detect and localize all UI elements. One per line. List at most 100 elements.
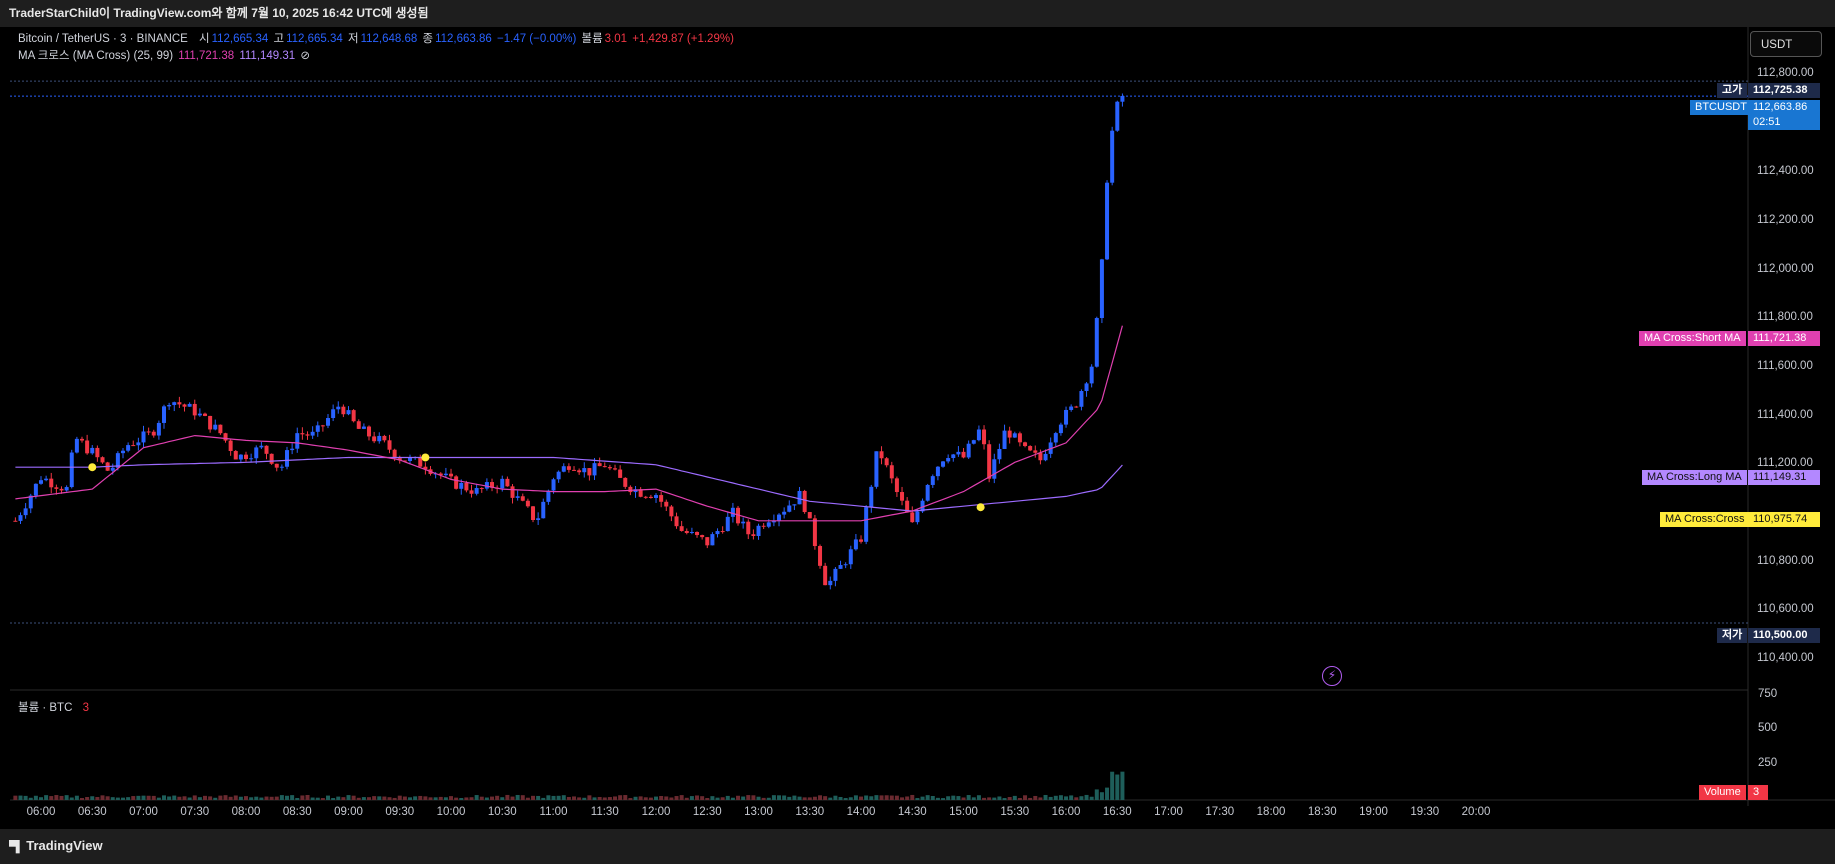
- candle-body: [787, 505, 792, 512]
- volume-bar: [151, 795, 156, 800]
- volume-bar: [525, 797, 530, 800]
- volume-bar: [920, 796, 925, 800]
- volume-bar: [843, 798, 848, 800]
- volume-bar: [474, 795, 479, 800]
- footer-bar: [0, 829, 1835, 864]
- volume-bar: [218, 795, 223, 800]
- candle-body: [367, 426, 372, 437]
- candle-body: [700, 535, 705, 538]
- volume-bar: [997, 796, 1002, 800]
- candle-body: [1105, 182, 1110, 260]
- volume-bar: [90, 796, 95, 800]
- volume-bar: [566, 796, 571, 800]
- candle-body: [1079, 391, 1084, 407]
- volume-bar: [162, 795, 167, 800]
- volume-bar: [469, 797, 474, 800]
- volume-bar: [864, 795, 869, 800]
- high-price-label: 고가: [1717, 83, 1748, 98]
- candle-body: [126, 445, 131, 451]
- candle-body: [1094, 318, 1099, 367]
- candle-body: [505, 478, 510, 487]
- candle-body: [541, 501, 546, 519]
- price-chart-svg[interactable]: [0, 0, 1835, 864]
- footer-brand[interactable]: ▀▌ TradingView: [9, 838, 103, 853]
- candle-body: [756, 525, 761, 536]
- candle-body: [566, 466, 571, 470]
- volume-bar: [976, 795, 981, 800]
- volume-bar: [290, 795, 295, 800]
- candle-body: [249, 458, 254, 460]
- volume-bar: [1079, 796, 1084, 800]
- volume-bar: [710, 796, 715, 800]
- volume-bar: [1064, 796, 1069, 800]
- symbol-name[interactable]: Bitcoin / TetherUS · 3 · BINANCE: [18, 33, 188, 45]
- candle-body: [223, 433, 228, 441]
- candle-body: [356, 421, 361, 429]
- volume-bar: [659, 796, 664, 800]
- candle-body: [464, 482, 469, 491]
- candle-body: [285, 450, 290, 467]
- volume-bar: [669, 797, 674, 800]
- candle-body: [305, 434, 310, 436]
- candle-body: [110, 467, 115, 471]
- volume-bar: [126, 797, 131, 800]
- volume-bar: [623, 795, 628, 800]
- lightning-icon[interactable]: ⚡: [1322, 666, 1342, 686]
- symbol-legend: Bitcoin / TetherUS · 3 · BINANCE 시 112,66…: [18, 30, 736, 46]
- volume-pane-title[interactable]: 볼륨 · BTC: [18, 702, 72, 714]
- candle-body: [13, 520, 18, 522]
- volume-bar: [869, 796, 874, 800]
- eye-off-icon[interactable]: ⊘: [300, 50, 310, 62]
- last-price-tag: 112,663.86: [1748, 100, 1820, 115]
- volume-bar: [946, 796, 951, 800]
- volume-bar: [874, 795, 879, 800]
- candle-body: [674, 516, 679, 527]
- volume-bar: [531, 795, 536, 800]
- volume-bar: [720, 797, 725, 800]
- candle-body: [361, 426, 366, 429]
- volume-bar: [915, 798, 920, 800]
- time-axis-label: 13:00: [744, 806, 773, 818]
- volume-bar: [654, 796, 659, 800]
- volume-bar: [679, 795, 684, 800]
- volume-bar: [285, 795, 290, 800]
- ma-long-value: 111,149.31: [239, 50, 296, 62]
- volume-bar: [331, 798, 336, 800]
- candle-body: [454, 476, 459, 489]
- volume-bar: [192, 795, 197, 800]
- candle-body: [69, 452, 74, 488]
- candle-body: [812, 518, 817, 547]
- volume-bar: [577, 797, 582, 800]
- candle-body: [146, 431, 151, 433]
- open-value: 112,665.34: [211, 33, 269, 45]
- volume-bar: [500, 797, 505, 800]
- candle-body: [59, 488, 64, 491]
- volume-bar: [305, 794, 310, 800]
- volume-axis-label: 500: [1758, 722, 1778, 734]
- candle-body: [1002, 430, 1007, 449]
- volume-bar: [715, 797, 720, 800]
- candle-body: [474, 488, 479, 494]
- volume-bar: [889, 795, 894, 800]
- candle-body: [310, 431, 315, 436]
- volume-bar: [961, 797, 966, 800]
- volume-bar: [23, 795, 28, 800]
- low-price-label: 저가: [1717, 628, 1748, 643]
- time-axis-label: 07:30: [180, 806, 210, 818]
- candle-body: [879, 451, 884, 459]
- candle-body: [1028, 446, 1033, 451]
- candle-body: [689, 531, 694, 533]
- volume-bar: [233, 795, 238, 800]
- volume-bar: [592, 797, 597, 800]
- volume-bar: [136, 795, 141, 800]
- time-axis-label: 08:30: [282, 806, 312, 818]
- volume-bar: [54, 795, 59, 800]
- candle-body: [510, 486, 515, 498]
- candle-body: [320, 425, 325, 427]
- ma-title[interactable]: MA 크로스 (MA Cross) (25, 99): [18, 50, 173, 62]
- volume-bar: [392, 797, 397, 800]
- candle-body: [1058, 424, 1063, 434]
- currency-button[interactable]: USDT: [1750, 31, 1822, 57]
- candle-body: [479, 488, 484, 490]
- volume-bar: [782, 795, 787, 800]
